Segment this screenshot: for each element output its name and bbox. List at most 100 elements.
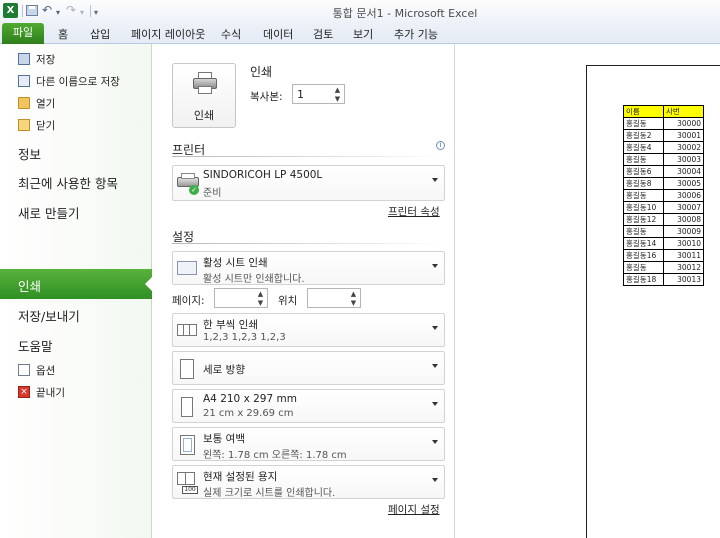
scaling-sub: 실제 크기로 시트를 인쇄합니다. (203, 488, 336, 499)
chevron-down-icon (432, 402, 438, 406)
pages-to-input[interactable]: ▲ ▼ (307, 288, 361, 308)
nav-save[interactable]: 저장 (0, 49, 152, 69)
orientation-title: 세로 방향 (203, 364, 245, 376)
printer-icon (193, 72, 217, 94)
table-header-cell: 사번 (663, 105, 704, 118)
spin-up-icon[interactable]: ▲ (349, 290, 358, 298)
chevron-down-icon (432, 264, 438, 268)
scaling-icon: 100 (177, 471, 198, 494)
table-cell: 홍길동14 (623, 237, 664, 250)
tab-formulas[interactable]: 수식 (221, 26, 241, 42)
table-row: 홍길동2 30001 (623, 129, 704, 142)
tab-file[interactable]: 파일 (2, 23, 44, 44)
nav-save-as[interactable]: 다른 이름으로 저장 (0, 71, 152, 91)
chevron-down-icon (432, 326, 438, 330)
table-row: 홍길동 30009 (623, 225, 704, 238)
spin-down-icon[interactable]: ▼ (349, 299, 358, 307)
nav-save-send-spacer (0, 258, 152, 282)
info-icon[interactable]: i (436, 141, 445, 150)
paper-size-dropdown[interactable]: A4 210 x 297 mm 21 cm x 29.69 cm (172, 389, 445, 423)
ribbon-tabs: 파일 홈 삽입 페이지 레이아웃 수식 데이터 검토 보기 추가 기능 (0, 22, 720, 44)
tab-home[interactable]: 홈 (58, 26, 68, 42)
options-icon (18, 364, 30, 376)
chevron-down-icon (432, 364, 438, 368)
tab-view[interactable]: 보기 (353, 26, 373, 42)
nav-info[interactable]: 정보 (0, 140, 152, 164)
table-row: 홍길동 30003 (623, 153, 704, 166)
print-what-dropdown[interactable]: 활성 시트 인쇄 활성 시트만 인쇄합니다. (172, 251, 445, 285)
nav-help-label: 도움말 (18, 339, 53, 354)
sheet-icon (177, 257, 197, 279)
table-cell: 홍길동10 (623, 201, 664, 214)
spin-up-icon[interactable]: ▲ (333, 86, 342, 94)
table-row: 홍길동4 30002 (623, 141, 704, 154)
table-cell: 홍길동12 (623, 213, 664, 226)
printer-device-icon: ✓ (177, 171, 199, 195)
nav-close-label: 닫기 (36, 120, 56, 132)
close-folder-icon (18, 119, 30, 131)
table-cell: 홍길동16 (623, 249, 664, 262)
table-cell: 30011 (663, 249, 704, 262)
spin-up-icon[interactable]: ▲ (256, 290, 265, 298)
spin-down-icon[interactable]: ▼ (256, 299, 265, 307)
collate-dropdown[interactable]: 한 부씩 인쇄 1,2,3 1,2,3 1,2,3 (172, 313, 445, 347)
print-heading: 인쇄 (250, 65, 273, 79)
table-cell: 30008 (663, 213, 704, 226)
preview-sheet-table: 이름 사번 홍길동 30000 홍길동2 30001 홍길동4 30002 홍길동 30003 홍길… (623, 105, 704, 286)
page-setup-link[interactable]: 페이지 설정 (388, 502, 440, 517)
print-button[interactable]: 인쇄 (172, 63, 236, 128)
table-cell: 30013 (663, 273, 704, 286)
tab-add-ins[interactable]: 추가 기능 (394, 26, 438, 42)
nav-recent[interactable]: 최근에 사용한 항목 (0, 169, 152, 193)
tab-page-layout[interactable]: 페이지 레이아웃 (131, 26, 205, 42)
spin-down-icon[interactable]: ▼ (333, 95, 342, 103)
table-row: 홍길동14 30010 (623, 237, 704, 250)
orientation-dropdown[interactable]: 세로 방향 (172, 351, 445, 385)
printer-properties-link[interactable]: 프린터 속성 (388, 204, 440, 219)
table-cell: 30004 (663, 165, 704, 178)
save-icon (18, 53, 30, 65)
printer-dropdown[interactable]: ✓ SINDORICOH LP 4500L 준비 (172, 165, 445, 201)
paper-size-sub: 21 cm x 29.69 cm (203, 408, 294, 419)
margins-title: 보통 여백 (203, 433, 245, 445)
copies-input[interactable]: 1 ▲ ▼ (292, 84, 345, 104)
nav-save-send[interactable]: 저장/보내기 (0, 302, 152, 326)
divider (172, 156, 445, 157)
nav-new[interactable]: 새로 만들기 (0, 199, 152, 223)
scaling-dropdown[interactable]: 100 현재 설정된 용지 실제 크기로 시트를 인쇄합니다. (172, 465, 445, 499)
nav-options[interactable]: 옵션 (0, 360, 152, 380)
margins-icon (177, 433, 197, 455)
table-cell: 30012 (663, 261, 704, 274)
title-bar: X ↶ ▾ ↷ ▾ ▾ 통합 문서1 - Microsoft Excel (0, 0, 720, 22)
collate-icon (177, 319, 197, 341)
tab-review[interactable]: 검토 (313, 26, 333, 42)
table-row: 홍길동6 30004 (623, 165, 704, 178)
printer-name: SINDORICOH LP 4500L (203, 169, 323, 181)
pages-from-input[interactable]: ▲ ▼ (214, 288, 268, 308)
nav-open[interactable]: 열기 (0, 93, 152, 113)
tab-data[interactable]: 데이터 (263, 26, 293, 42)
nav-save-label: 저장 (36, 54, 56, 66)
copies-value: 1 (297, 88, 304, 101)
table-cell: 30006 (663, 189, 704, 202)
nav-new-label: 새로 만들기 (18, 206, 80, 221)
tab-insert[interactable]: 삽입 (90, 26, 110, 42)
paper-size-title: A4 210 x 297 mm (203, 393, 297, 405)
table-cell: 홍길동18 (623, 273, 664, 286)
margins-dropdown[interactable]: 보통 여백 왼쪽: 1.78 cm 오른쪽: 1.78 cm (172, 427, 445, 461)
pages-label: 페이지: (172, 295, 205, 307)
nav-close[interactable]: 닫기 (0, 115, 152, 135)
table-cell: 홍길동2 (623, 129, 664, 142)
printer-status: 준비 (203, 188, 222, 199)
table-cell: 홍길동4 (623, 141, 664, 154)
table-cell: 홍길동 (623, 261, 664, 274)
nav-exit[interactable]: × 끝내기 (0, 382, 152, 402)
nav-help[interactable]: 도움말 (0, 332, 152, 356)
table-cell: 30003 (663, 153, 704, 166)
print-preview: 이름 사번 홍길동 30000 홍길동2 30001 홍길동4 30002 홍길동 30003 홍길… (455, 44, 720, 538)
table-cell: 30001 (663, 129, 704, 142)
open-folder-icon (18, 97, 30, 109)
copies-label: 복사본: (250, 91, 283, 103)
nav-save-as-label: 다른 이름으로 저장 (36, 76, 120, 88)
table-row: 홍길동 30012 (623, 261, 704, 274)
